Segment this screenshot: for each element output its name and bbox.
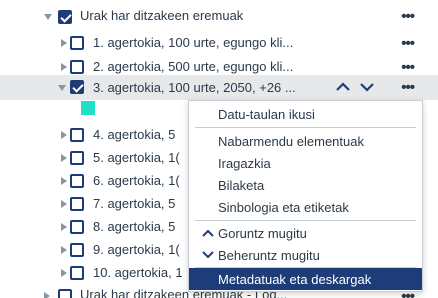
menu-item-label: Nabarmendu elementuak <box>218 133 364 149</box>
tree-row-label: 4. agertokia, 5 <box>93 127 176 142</box>
layer-checkbox[interactable] <box>58 10 72 24</box>
menu-item-label: Beheruntz mugitu <box>218 247 320 263</box>
layer-checkbox[interactable] <box>70 220 84 234</box>
collapse-caret-icon[interactable] <box>58 85 66 91</box>
expand-caret-icon[interactable] <box>61 131 67 139</box>
menu-item-filter[interactable]: Iragazkia <box>189 152 422 174</box>
layer-tree-panel: Urak har ditzakeen eremuak ••• 1. agerto… <box>0 0 438 298</box>
menu-item-highlight-features[interactable]: Nabarmendu elementuak <box>189 130 422 152</box>
menu-item-label: Metadatuak eta deskargak <box>218 271 372 287</box>
chevron-down-icon <box>202 251 214 259</box>
chevron-up-icon <box>202 229 214 237</box>
legend-swatch <box>81 101 95 115</box>
tree-row-parent-group[interactable]: Urak har ditzakeen eremuak ••• <box>0 4 438 30</box>
layer-checkbox[interactable] <box>70 128 84 142</box>
tree-row-label: 3. agertokia, 100 urte, 2050, +26 ... <box>93 80 296 95</box>
menu-item-label: Goruntz mugitu <box>218 225 307 241</box>
chevron-down-icon[interactable] <box>360 82 374 92</box>
tree-row-label: 5. agertokia, 1( <box>93 150 180 165</box>
collapse-caret-icon[interactable] <box>44 14 52 20</box>
menu-item-view-in-table[interactable]: Datu-taulan ikusi <box>189 103 422 125</box>
layer-checkbox[interactable] <box>70 151 84 165</box>
tree-row-label: 7. agertokia, 5 <box>93 196 176 211</box>
tree-row-label: 2. agertokia, 500 urte, egungo kli... <box>93 59 294 74</box>
layer-checkbox[interactable] <box>70 60 84 74</box>
tree-row-label: 9. agertokia, 1( <box>93 242 180 257</box>
menu-item-search[interactable]: Bilaketa <box>189 174 422 196</box>
layer-checkbox[interactable] <box>70 36 84 50</box>
tree-row-label: 8. agertokia, 5 <box>93 219 176 234</box>
chevron-up-icon[interactable] <box>336 82 350 92</box>
menu-item-label: Iragazkia <box>218 155 271 171</box>
tree-row-label: 10. agertokia, 1 <box>93 265 183 280</box>
tree-row-item-selected[interactable]: 3. agertokia, 100 urte, 2050, +26 ... ••… <box>0 75 438 100</box>
more-options-icon[interactable]: ••• <box>401 8 415 25</box>
expand-caret-icon[interactable] <box>44 292 50 298</box>
layer-checkbox[interactable] <box>58 289 72 298</box>
menu-item-move-down[interactable]: Beheruntz mugitu <box>189 244 422 266</box>
layer-checkbox[interactable] <box>70 243 84 257</box>
menu-item-label: Datu-taulan ikusi <box>218 106 315 122</box>
layer-checkbox[interactable] <box>70 174 84 188</box>
tree-row-item[interactable]: 1. agertokia, 100 urte, egungo kli... ••… <box>0 30 438 56</box>
context-menu: Datu-taulan ikusi Nabarmendu elementuak … <box>188 100 423 292</box>
tree-row-label: Urak har ditzakeen eremuak <box>80 8 244 23</box>
tree-row-label: 6. agertokia, 1( <box>93 173 180 188</box>
menu-item-label: Sinbologia eta etiketak <box>218 199 349 215</box>
expand-caret-icon[interactable] <box>61 269 67 277</box>
expand-caret-icon[interactable] <box>61 200 67 208</box>
expand-caret-icon[interactable] <box>61 223 67 231</box>
more-options-icon[interactable]: ••• <box>401 59 415 76</box>
menu-divider <box>195 220 416 221</box>
more-options-icon[interactable]: ••• <box>401 35 415 52</box>
layer-checkbox[interactable] <box>70 197 84 211</box>
expand-caret-icon[interactable] <box>61 246 67 254</box>
layer-checkbox[interactable] <box>70 80 84 94</box>
menu-divider <box>195 127 416 128</box>
expand-caret-icon[interactable] <box>61 63 67 71</box>
menu-item-metadata-downloads[interactable]: Metadatuak eta deskargak <box>189 268 422 290</box>
tree-row-label: 1. agertokia, 100 urte, egungo kli... <box>93 35 294 50</box>
menu-item-label: Bilaketa <box>218 177 265 193</box>
expand-caret-icon[interactable] <box>61 39 67 47</box>
menu-item-symbology-labels[interactable]: Sinbologia eta etiketak <box>189 196 422 218</box>
expand-caret-icon[interactable] <box>61 177 67 185</box>
menu-item-move-up[interactable]: Goruntz mugitu <box>189 222 422 244</box>
more-options-icon[interactable]: ••• <box>401 79 415 96</box>
expand-caret-icon[interactable] <box>61 154 67 162</box>
layer-checkbox[interactable] <box>70 266 84 280</box>
